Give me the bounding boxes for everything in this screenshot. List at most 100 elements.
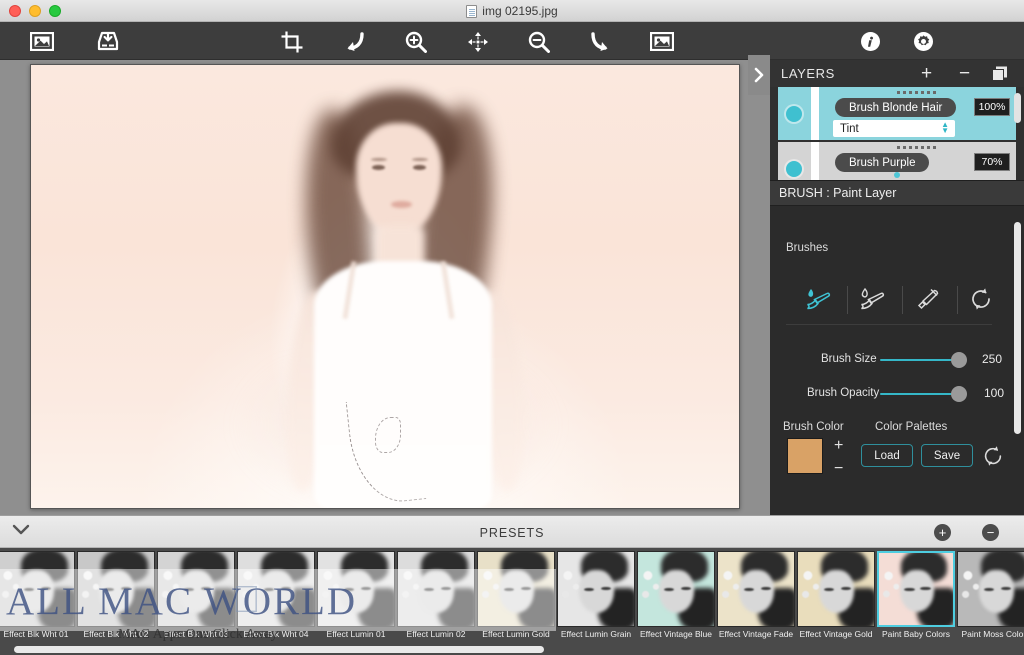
add-color-button[interactable]: + [834,438,843,454]
brush-opacity-value: 100 [984,386,1005,400]
list-item[interactable] [317,551,395,627]
layer-drag-handle[interactable] [896,91,939,94]
layer-blend-mode-value: Tint [840,122,859,135]
open-image-icon[interactable] [22,28,62,55]
add-preset-button[interactable]: + [934,524,951,541]
fit-image-icon[interactable] [642,28,682,55]
layers-scrollbar[interactable] [1014,93,1021,123]
preset-label: Paint Baby Colors [881,629,951,639]
layers-pagination-dot [894,172,900,178]
brushes-label: Brushes [786,242,829,254]
zoom-window-button[interactable] [49,4,61,17]
save-palette-button[interactable]: Save [921,444,973,467]
remove-preset-button[interactable]: − [982,524,999,541]
duplicate-layers-icon[interactable] [992,66,1008,86]
preset-label: Effect Lumin 02 [406,629,466,639]
chevron-right-icon [754,67,764,83]
list-item[interactable] [637,551,715,627]
chevron-updown-icon: ▲ ▼ [941,120,949,135]
layer-blend-mode-select[interactable]: Tint ▲ ▼ [833,120,955,137]
window-title-text: img 02195.jpg [482,4,558,18]
preset-label: Effect Blk Wht 03 [163,629,229,639]
layer-name[interactable]: Brush Purple [835,153,930,172]
layer-visibility-toggle[interactable] [786,160,802,177]
list-item[interactable] [717,551,795,627]
image-canvas[interactable] [30,64,740,509]
panel-toggle-tab[interactable] [748,55,770,95]
list-item[interactable] [237,551,315,627]
preset-label: Effect Lumin Gold [482,629,550,639]
load-palette-button[interactable]: Load [861,444,913,467]
settings-icon[interactable] [903,28,943,55]
brush-panel-header: BRUSH : Paint Layer [770,180,1024,205]
preset-label: Effect Vintage Fade [718,629,794,639]
paint-brush-icon[interactable] [803,286,833,317]
preset-label: Effect Vintage Gold [799,629,873,639]
remove-layer-button[interactable]: − [959,63,970,85]
list-item[interactable] [477,551,555,627]
close-window-button[interactable] [9,4,21,17]
list-item[interactable] [397,551,475,627]
list-item[interactable] [957,551,1024,627]
brush-opacity-knob[interactable] [951,386,967,402]
remove-color-button[interactable]: − [834,461,843,477]
redo-icon[interactable] [581,28,621,55]
list-item[interactable] [797,551,875,627]
pan-icon[interactable] [458,28,498,55]
main-toolbar [0,22,1024,60]
layer-opacity-value[interactable]: 70% [974,153,1010,171]
preset-thumbnail [238,552,314,626]
preset-thumbnail [718,552,794,626]
brush-color-swatch[interactable] [787,438,823,474]
layer-drag-handle[interactable] [896,146,939,149]
preset-thumbnail [958,552,1024,626]
window-title: img 02195.jpg [0,0,1024,22]
zoom-in-icon[interactable] [396,28,436,55]
erase-brush-icon[interactable] [857,286,887,317]
brush-color-label: Brush Color [783,421,844,433]
table-row[interactable]: Brush Blonde Hair 100% Tint ▲ ▼ [778,87,1016,140]
layer-visibility-toggle[interactable] [786,105,802,122]
brush-size-knob[interactable] [951,352,967,368]
info-icon[interactable] [850,28,890,55]
color-palettes-label: Color Palettes [875,421,948,433]
presets-scrollbar-thumb[interactable] [14,646,544,653]
traffic-lights [0,4,61,17]
save-image-icon[interactable] [88,28,128,55]
list-item[interactable] [77,551,155,627]
brush-panel-scrollbar[interactable] [1014,222,1021,434]
list-item[interactable] [0,551,75,627]
brush-size-value: 250 [982,352,1003,366]
photo-render [31,65,739,508]
crop-icon[interactable] [272,28,312,55]
layer-opacity-value[interactable]: 100% [974,98,1010,116]
preset-thumbnail [638,552,714,626]
layer-name[interactable]: Brush Blonde Hair [835,98,957,117]
preset-label: Effect Lumin Grain [560,629,632,639]
preset-label: Effect Blk Wht 04 [243,629,309,639]
list-item[interactable] [877,551,955,627]
reset-palette-icon[interactable] [981,444,1005,473]
preset-thumbnail [398,552,474,626]
presets-strip[interactable]: Effect Blk Wht 01 Effect Blk Wht 02 Effect… [0,548,1024,655]
canvas-workspace[interactable] [0,60,770,515]
list-item[interactable] [557,551,635,627]
list-item[interactable] [157,551,235,627]
reset-brush-icon[interactable] [968,286,994,317]
minimize-window-button[interactable] [29,4,41,17]
add-layer-button[interactable]: + [921,63,932,85]
layers-panel-header: LAYERS + − [770,60,1024,87]
layers-list[interactable]: Brush Blonde Hair 100% Tint ▲ ▼ Brush Pur… [770,87,1024,180]
preset-thumbnail [318,552,394,626]
selection-path-detail [375,417,401,453]
brush-size-label: Brush Size [821,353,877,365]
preset-label: Effect Blk Wht 02 [83,629,149,639]
presets-scrollbar-track[interactable] [0,644,1024,655]
undo-icon[interactable] [334,28,374,55]
preset-label: Effect Blk Wht 01 [3,629,69,639]
preset-thumbnail [558,552,634,626]
eyedropper-icon[interactable] [912,286,942,317]
layers-title: LAYERS [781,66,835,81]
preset-thumbnail [798,552,874,626]
zoom-out-icon[interactable] [519,28,559,55]
